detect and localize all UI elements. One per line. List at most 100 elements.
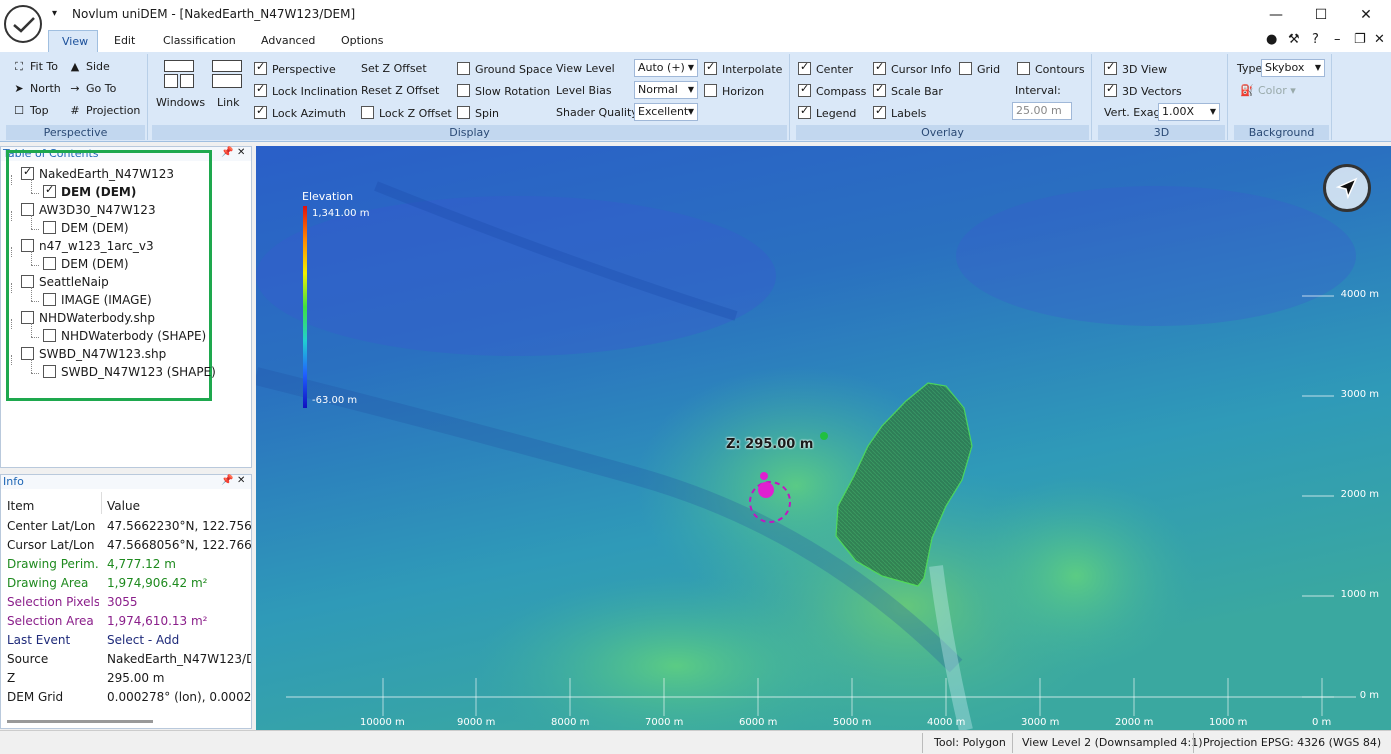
- interpolate-checkbox[interactable]: Interpolate: [704, 60, 782, 76]
- checkbox-checked[interactable]: [798, 104, 811, 119]
- checkbox-checked[interactable]: [254, 82, 267, 97]
- info-table-row[interactable]: Center Lat/Lon 47.5662230°N, 122.7564220°: [1, 517, 253, 536]
- projection-button[interactable]: # Projection: [68, 104, 140, 117]
- maximize-button[interactable]: ☐: [1301, 4, 1341, 26]
- checkbox-checked[interactable]: [873, 60, 886, 75]
- checkbox-unchecked[interactable]: [361, 106, 374, 119]
- sublayer-checkbox[interactable]: [43, 329, 56, 342]
- perspective-checkbox[interactable]: Perspective: [254, 60, 336, 76]
- close-icon[interactable]: ✕: [237, 147, 245, 158]
- reset-z-offset-button[interactable]: Reset Z Offset: [361, 84, 439, 97]
- lock-azimuth-checkbox[interactable]: Lock Azimuth: [254, 104, 346, 120]
- layer-checkbox[interactable]: [21, 165, 34, 180]
- level-bias-select[interactable]: Normal ▼: [634, 81, 698, 99]
- pin-icon[interactable]: 📌: [221, 147, 233, 158]
- compass-checkbox[interactable]: Compass: [798, 82, 866, 98]
- quick-access-dropdown-icon[interactable]: ▾: [52, 8, 57, 19]
- grid-checkbox[interactable]: Grid: [959, 62, 1000, 76]
- close-button[interactable]: ✕: [1346, 4, 1386, 26]
- checkbox-unchecked[interactable]: [1017, 62, 1030, 75]
- tab-options[interactable]: Options: [333, 30, 391, 52]
- set-z-offset-button[interactable]: Set Z Offset: [361, 62, 427, 75]
- center-checkbox[interactable]: Center: [798, 60, 853, 76]
- info-table-row[interactable]: Selection Area 1,974,610.13 m²: [1, 612, 253, 631]
- windows-button[interactable]: Windows: [156, 96, 205, 109]
- checkbox-checked[interactable]: [1104, 60, 1117, 75]
- sublayer-item[interactable]: DEM (DEM): [43, 183, 136, 199]
- info-table-row[interactable]: Drawing Area 1,974,906.42 m²: [1, 574, 253, 593]
- 3d-vectors-checkbox[interactable]: 3D Vectors: [1104, 82, 1182, 98]
- info-table-row[interactable]: Last Event Select - Add: [1, 631, 253, 650]
- shader-quality-select[interactable]: Excellent ▼: [634, 103, 698, 121]
- ground-space-checkbox[interactable]: Ground Space: [457, 62, 552, 76]
- layer-item[interactable]: SWBD_N47W123.shp: [13, 347, 166, 361]
- pin-icon[interactable]: 📌: [221, 475, 233, 486]
- checkbox-unchecked[interactable]: [457, 62, 470, 75]
- sublayer-item[interactable]: IMAGE (IMAGE): [43, 293, 152, 307]
- fit-to-button[interactable]: ⛶ Fit To: [12, 60, 58, 74]
- tab-view[interactable]: View: [48, 30, 98, 52]
- checkbox-unchecked[interactable]: [959, 62, 972, 75]
- map-view[interactable]: Elevation 1,341.00 m -63.00 m Z: 295.00 …: [256, 146, 1391, 730]
- tools-icon[interactable]: ⚒: [1288, 32, 1300, 47]
- checkbox-checked[interactable]: [798, 82, 811, 97]
- horizon-checkbox[interactable]: Horizon: [704, 84, 764, 98]
- cursor-info-checkbox[interactable]: Cursor Info: [873, 60, 951, 76]
- layer-item[interactable]: AW3D30_N47W123: [13, 203, 156, 217]
- sublayer-checkbox[interactable]: [43, 293, 56, 306]
- layer-item[interactable]: NakedEarth_N47W123: [13, 165, 174, 181]
- ribbon-close-icon[interactable]: ✕: [1374, 32, 1385, 47]
- minimize-button[interactable]: —: [1256, 4, 1296, 26]
- layer-checkbox[interactable]: [21, 311, 34, 324]
- go-to-button[interactable]: → Go To: [68, 82, 116, 95]
- layer-item[interactable]: SeattleNaip: [13, 275, 109, 289]
- column-divider[interactable]: [101, 492, 102, 514]
- checkbox-unchecked[interactable]: [457, 84, 470, 97]
- top-button[interactable]: ☐ Top: [12, 104, 49, 117]
- view-level-select[interactable]: Auto (+) ▼: [634, 59, 698, 77]
- ribbon-minimize-icon[interactable]: –: [1334, 32, 1341, 47]
- ribbon-restore-icon[interactable]: ❐: [1354, 32, 1366, 47]
- layer-item[interactable]: NHDWaterbody.shp: [13, 311, 155, 325]
- sublayer-checkbox[interactable]: [43, 257, 56, 270]
- compass-icon[interactable]: [1323, 164, 1371, 212]
- lock-z-offset-checkbox[interactable]: Lock Z Offset: [361, 106, 452, 120]
- sublayer-checkbox[interactable]: [43, 221, 56, 234]
- sublayer-checkbox[interactable]: [43, 183, 56, 198]
- info-table-row[interactable]: Drawing Perim... 4,777.12 m: [1, 555, 253, 574]
- checkbox-checked[interactable]: [1104, 82, 1117, 97]
- sublayer-item[interactable]: NHDWaterbody (SHAPE): [43, 329, 206, 343]
- info-table-row[interactable]: Z 295.00 m: [1, 669, 253, 688]
- vert-exag-select[interactable]: 1.00X ▼: [1158, 103, 1220, 121]
- sublayer-checkbox[interactable]: [43, 365, 56, 378]
- checkbox-checked[interactable]: [873, 104, 886, 119]
- checkbox-checked[interactable]: [254, 60, 267, 75]
- legend-checkbox[interactable]: Legend: [798, 104, 856, 120]
- tab-edit[interactable]: Edit: [106, 30, 143, 52]
- info-table-row[interactable]: Source NakedEarth_N47W123/DEM: [1, 650, 253, 669]
- terrain-canvas[interactable]: [256, 146, 1391, 730]
- side-button[interactable]: ▲ Side: [68, 60, 110, 73]
- checkbox-unchecked[interactable]: [457, 106, 470, 119]
- app-logo-icon[interactable]: [4, 5, 42, 43]
- layer-checkbox[interactable]: [21, 275, 34, 288]
- spin-checkbox[interactable]: Spin: [457, 106, 499, 120]
- checkbox-checked[interactable]: [798, 60, 811, 75]
- layer-item[interactable]: n47_w123_1arc_v3: [13, 239, 154, 253]
- info-table-row[interactable]: Cursor Lat/Lon 47.5668056°N, 122.7662500°: [1, 536, 253, 555]
- sublayer-item[interactable]: SWBD_N47W123 (SHAPE): [43, 365, 216, 379]
- north-button[interactable]: ➤ North: [12, 82, 60, 95]
- sublayer-item[interactable]: DEM (DEM): [43, 257, 129, 271]
- layer-checkbox[interactable]: [21, 203, 34, 216]
- help-icon[interactable]: ?: [1312, 32, 1319, 47]
- info-table-row[interactable]: DEM Grid 0.000278° (lon), 0.000278° (l: [1, 688, 253, 707]
- sublayer-item[interactable]: DEM (DEM): [43, 221, 129, 235]
- info-table-row[interactable]: Selection Pixels 3055: [1, 593, 253, 612]
- labels-checkbox[interactable]: Labels: [873, 104, 926, 120]
- checkbox-checked[interactable]: [254, 104, 267, 119]
- contours-checkbox[interactable]: Contours: [1017, 62, 1085, 76]
- layer-checkbox[interactable]: [21, 347, 34, 360]
- scale-bar-checkbox[interactable]: Scale Bar: [873, 82, 943, 98]
- background-type-select[interactable]: Skybox ▼: [1261, 59, 1325, 77]
- lock-inclination-checkbox[interactable]: Lock Inclination: [254, 82, 358, 98]
